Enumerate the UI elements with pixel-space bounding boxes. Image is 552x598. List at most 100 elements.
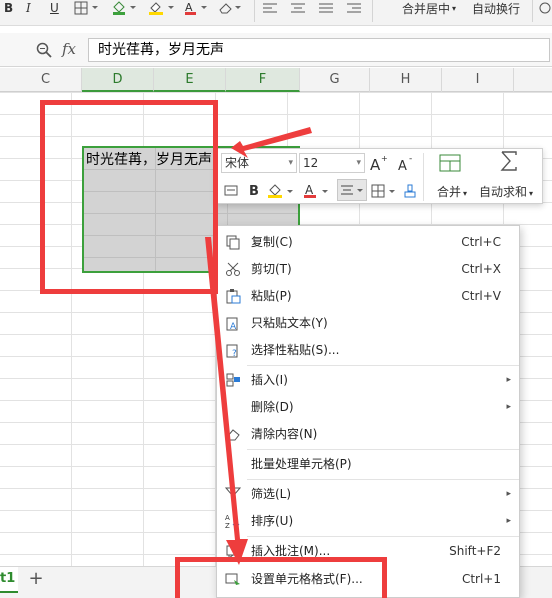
format-painter-button[interactable] [221,181,241,201]
autosum-icon-button[interactable] [497,151,521,171]
fill-color-icon [268,184,293,198]
column-header-f[interactable]: F [226,68,300,92]
font-color-button[interactable]: A [303,181,333,201]
filter-icon [225,487,241,502]
increase-font-button[interactable]: A + [369,153,389,173]
align-left-icon [263,3,277,13]
menu-item-filter[interactable]: 筛选(L) ▸ [217,481,519,507]
merge-icon-button[interactable] [437,153,463,173]
clear-format-button[interactable] [401,181,419,201]
chevron-right-icon: ▸ [506,516,511,526]
menu-item-insert[interactable]: 插入(I) ▸ [217,367,519,393]
align-justify-icon [319,3,333,13]
merge-cells-icon [439,154,461,172]
menu-item-paste[interactable]: 粘贴(P) Ctrl+V [217,283,519,309]
svg-text:-: - [409,154,412,164]
svg-text:A: A [370,156,381,172]
svg-text:+: + [381,154,388,163]
underline-button[interactable]: U [50,0,59,16]
fill-color-icon [113,1,136,15]
menu-item-label: 剪切(T) [251,262,292,276]
merge-center-button[interactable]: 合并居中 ▾ [402,0,456,16]
scissors-icon [226,262,240,276]
font-color-icon: A [304,183,328,198]
menu-item-paste-text[interactable]: A 只粘贴文本(Y) [217,310,519,336]
bold-button[interactable]: B [4,0,13,16]
menu-item-label: 选择性粘贴(S)... [251,343,340,357]
shortcut-label: Ctrl+X [461,262,501,276]
svg-text:A: A [225,514,230,522]
eraser-button[interactable] [218,0,246,16]
merge-dropdown[interactable]: 合并 ▾ [437,183,467,200]
add-sheet-button[interactable]: + [26,570,46,590]
merge-center-label: 合并居中 [402,1,451,16]
zoom-icon[interactable] [36,42,52,58]
annotation-box-format-cells [175,557,387,598]
font-color-button[interactable]: A [184,0,212,16]
align-justify-button[interactable] [318,0,334,16]
chevron-down-icon: ▾ [452,3,457,13]
menu-item-sort[interactable]: AZ 排序(U) ▸ [217,508,519,534]
mini-toolbar-separator [423,153,424,201]
formula-bar: fx 时光荏苒，岁月无声 [0,33,552,67]
align-left-button[interactable] [262,0,278,16]
column-header-h[interactable]: H [370,68,442,92]
wrap-text-button[interactable]: 自动换行 [472,0,520,16]
column-header-e[interactable]: E [154,68,226,92]
svg-text:?: ? [232,349,237,358]
font-name-select[interactable]: 宋体 ▾ [221,153,297,173]
align-right-button[interactable] [346,0,362,16]
fill-color-button[interactable] [267,181,297,201]
more-button[interactable] [538,0,552,16]
border-button[interactable] [74,0,102,16]
sheet-tab[interactable]: t1 [0,567,18,593]
shortcut-label: Ctrl+1 [461,572,501,586]
wrap-text-label: 自动换行 [472,1,521,16]
menu-item-copy[interactable]: 复制(C) Ctrl+C [217,229,519,255]
sigma-icon [500,151,517,171]
chevron-down-icon: ▾ [529,189,534,198]
svg-text:A: A [230,322,237,331]
menu-item-cut[interactable]: 剪切(T) Ctrl+X [217,256,519,282]
border-icon [74,1,98,15]
chevron-down-icon: ▾ [288,158,293,168]
menu-item-label: 批量处理单元格(P) [251,457,352,471]
column-header-g[interactable]: G [300,68,370,92]
highlight-icon [149,2,174,15]
menu-item-clear[interactable]: 清除内容(N) [217,421,519,447]
svg-text:A: A [398,159,407,172]
highlight-button[interactable] [148,0,178,16]
autosum-dropdown[interactable]: 自动求和 ▾ [479,183,533,200]
menu-item-batch[interactable]: 批量处理单元格(P) [217,451,519,477]
bold-button[interactable]: B [245,181,263,201]
copy-icon [226,235,240,250]
format-painter-icon [224,185,238,196]
fx-icon[interactable]: fx [62,40,76,58]
circle-icon [539,2,551,14]
border-icon [371,184,395,198]
font-name-value: 宋体 [225,156,250,170]
menu-separator [247,479,519,480]
chevron-right-icon: ▸ [506,489,511,499]
mini-toolbar: 宋体 ▾ 12 ▾ A + A- 合并 ▾ 自动求和 ▾ B A [216,148,543,204]
menu-item-label: 插入(I) [251,373,288,387]
menu-separator [247,449,519,450]
menu-item-label: 筛选(L) [251,487,292,501]
menu-item-label: 清除内容(N) [251,427,318,441]
column-header-c[interactable]: C [10,68,82,92]
column-header-d[interactable]: D [82,68,154,92]
eraser-icon [219,3,241,14]
menu-separator [247,536,519,537]
menu-item-paste-special[interactable]: ? 选择性粘贴(S)... [217,337,519,363]
italic-button[interactable]: I [26,0,31,16]
menu-item-label: 粘贴(P) [251,289,292,303]
formula-input[interactable]: 时光荏苒，岁月无声 [88,38,550,62]
font-size-select[interactable]: 12 ▾ [299,153,365,173]
decrease-font-button[interactable]: A- [397,153,417,173]
column-header-i[interactable]: I [442,68,514,92]
menu-item-delete[interactable]: 删除(D) ▸ [217,394,519,420]
border-button[interactable] [371,181,399,201]
align-center-button[interactable] [290,0,306,16]
align-button[interactable] [337,179,367,201]
fill-color-button[interactable] [112,0,142,16]
